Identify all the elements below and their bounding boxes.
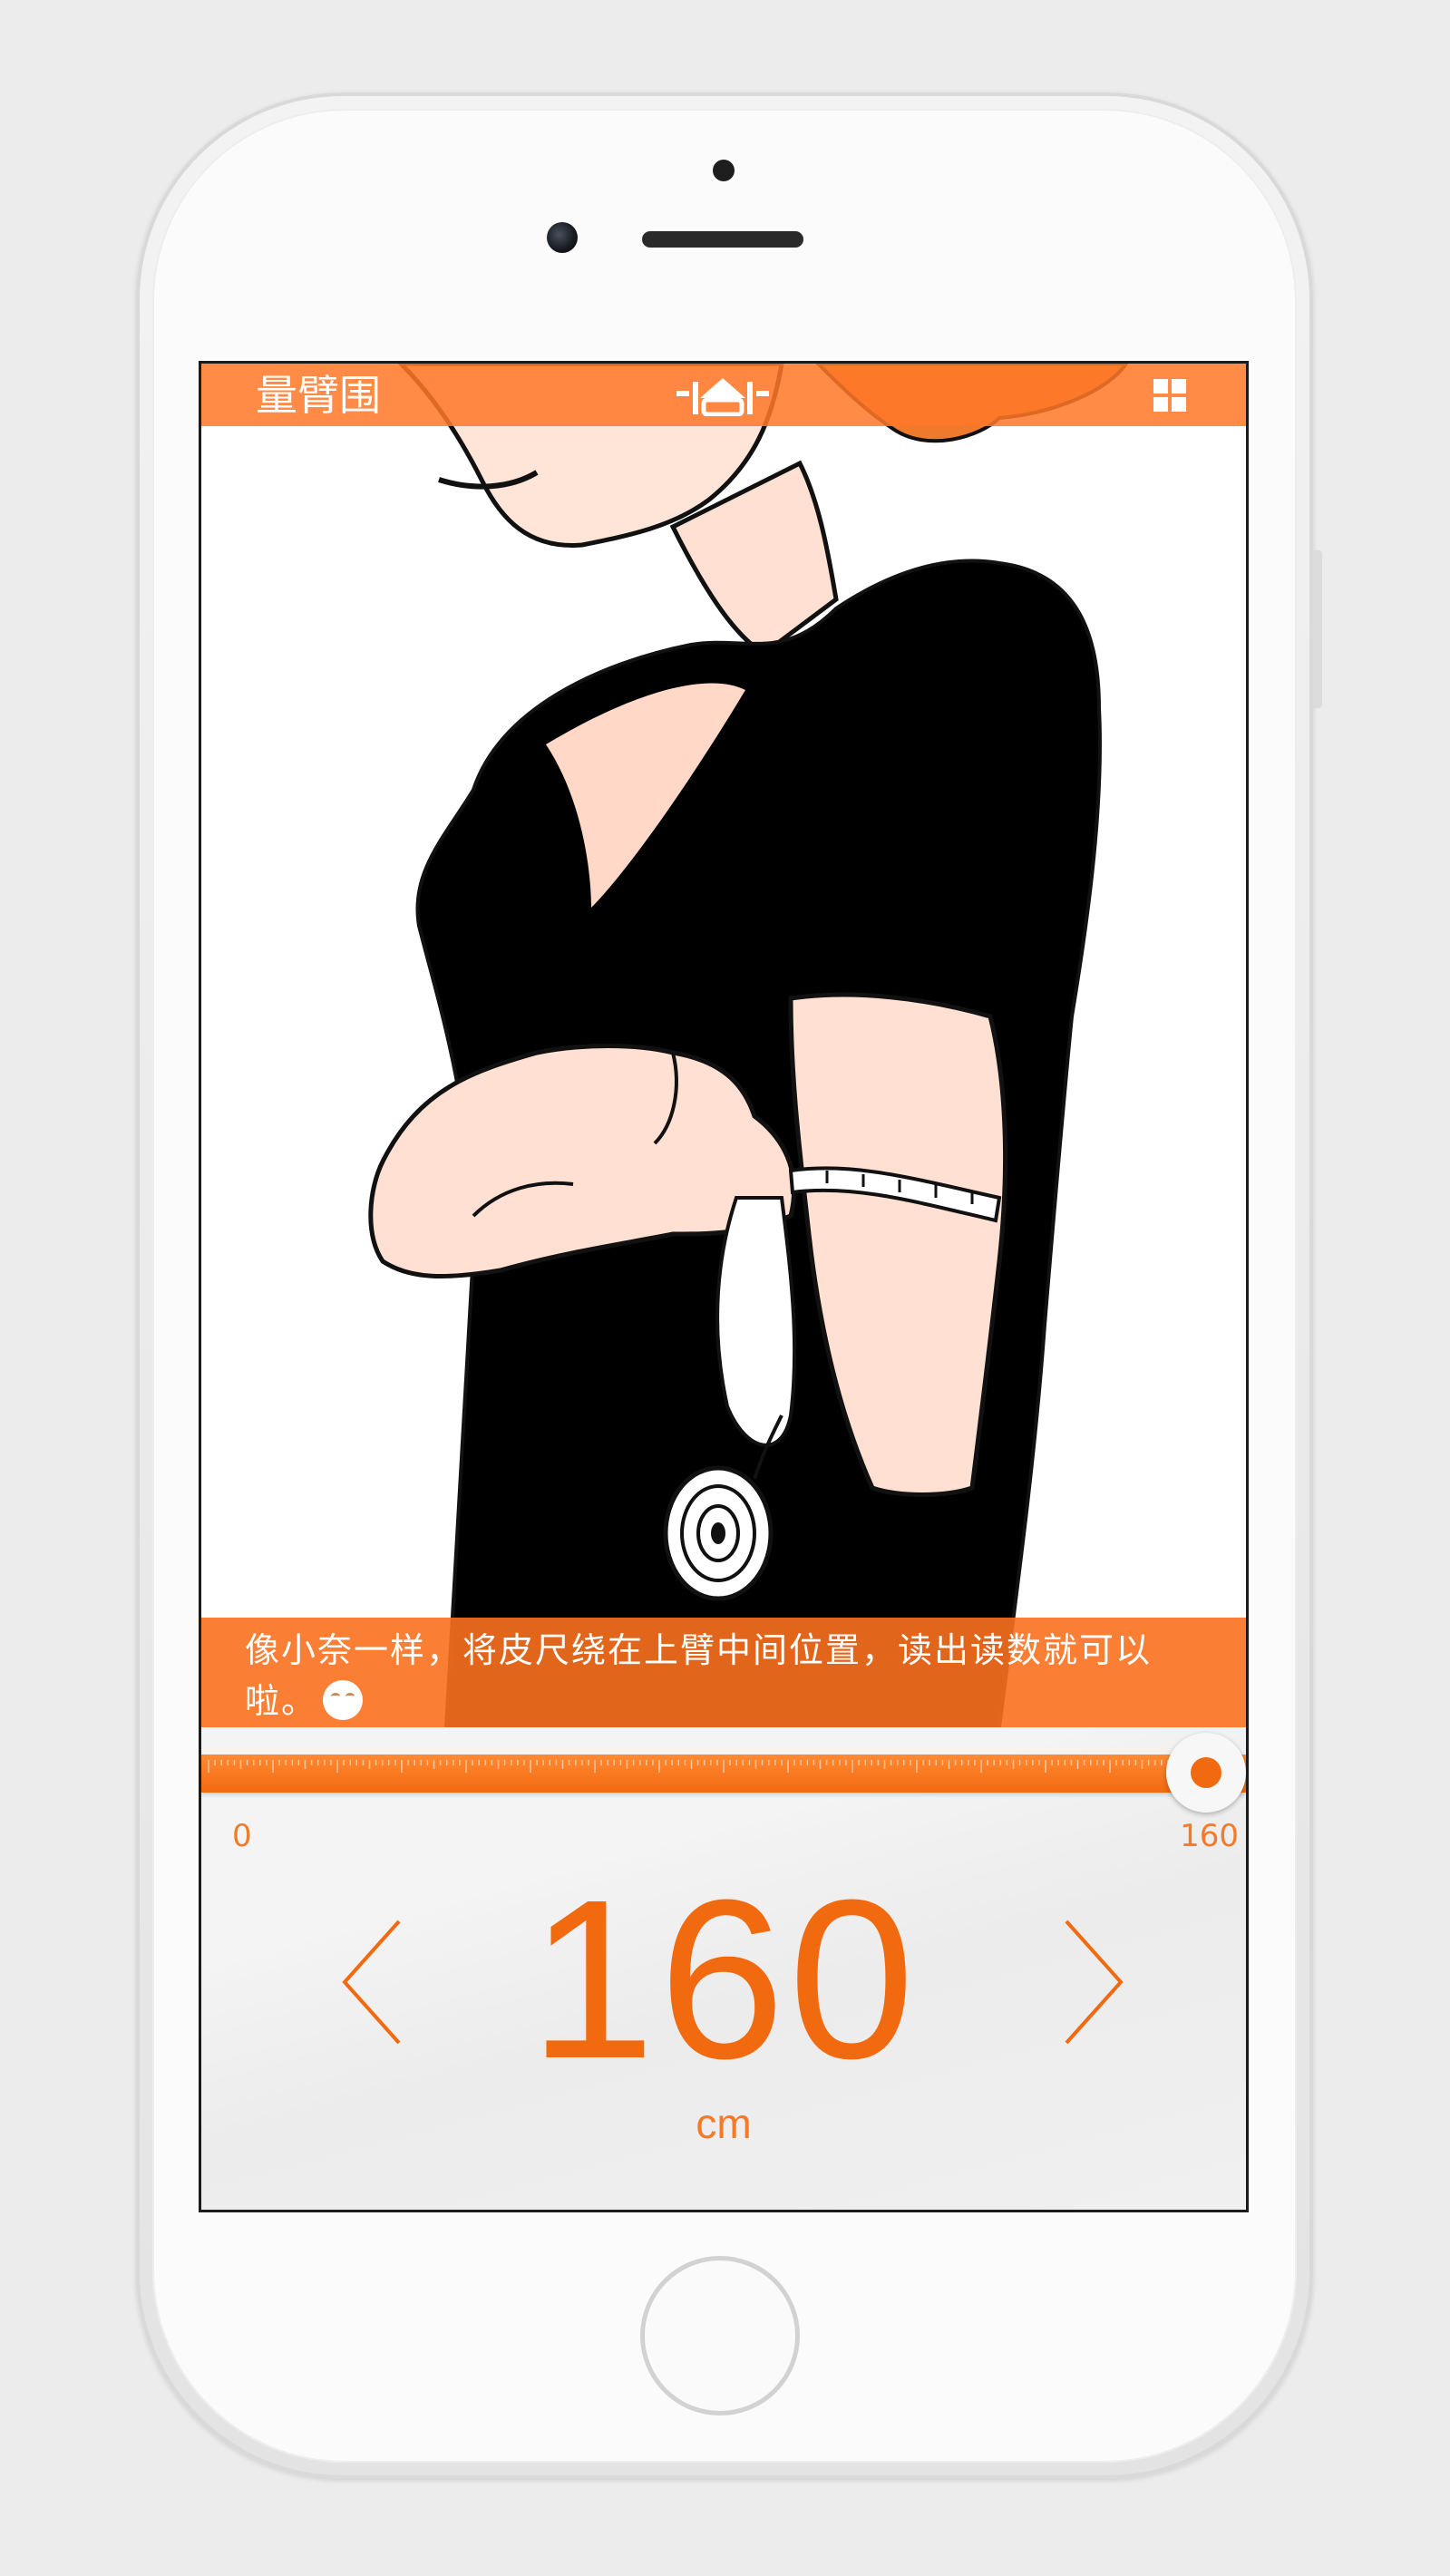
device-frame: 量臂围 像小奈一样，将皮尺绕在上臂中间位置，读出读数就可以啦。 0 160 16… bbox=[0, 0, 1450, 2576]
instruction-banner: 像小奈一样，将皮尺绕在上臂中间位置，读出读数就可以啦。 bbox=[201, 1618, 1246, 1727]
grid-menu-icon[interactable] bbox=[1153, 379, 1186, 412]
home-button[interactable] bbox=[640, 2256, 800, 2416]
slider-handle[interactable] bbox=[1166, 1733, 1246, 1813]
app-screen: 量臂围 像小奈一样，将皮尺绕在上臂中间位置，读出读数就可以啦。 0 160 16… bbox=[201, 364, 1246, 2210]
slider-handle-dot bbox=[1191, 1757, 1221, 1788]
grid-cell bbox=[1153, 379, 1168, 394]
top-nav-bar: 量臂围 bbox=[201, 364, 1246, 426]
measurement-panel: 0 160 160 cm bbox=[201, 1727, 1246, 2210]
grid-cell bbox=[1153, 397, 1168, 412]
side-button bbox=[1313, 550, 1322, 708]
earpiece-speaker bbox=[642, 231, 803, 248]
instruction-text: 像小奈一样，将皮尺绕在上臂中间位置，读出读数就可以啦。 bbox=[245, 1630, 1153, 1721]
app-logo bbox=[676, 378, 769, 416]
proximity-sensor bbox=[713, 160, 735, 181]
slider-min-label: 0 bbox=[232, 1818, 252, 1854]
ruler-ticks bbox=[208, 1760, 1240, 1773]
smile-emoji-icon bbox=[323, 1680, 364, 1720]
grid-cell bbox=[1172, 379, 1186, 394]
chevron-right-icon[interactable] bbox=[1057, 1914, 1130, 2050]
page-title: 量臂围 bbox=[256, 371, 381, 420]
measurement-unit: cm bbox=[696, 2100, 752, 2147]
slider-max-label: 160 bbox=[1180, 1818, 1239, 1854]
front-camera bbox=[547, 222, 578, 253]
arm-measure-illustration bbox=[201, 364, 1246, 1727]
grid-cell bbox=[1172, 397, 1186, 412]
measurement-slider[interactable] bbox=[201, 1733, 1246, 1813]
